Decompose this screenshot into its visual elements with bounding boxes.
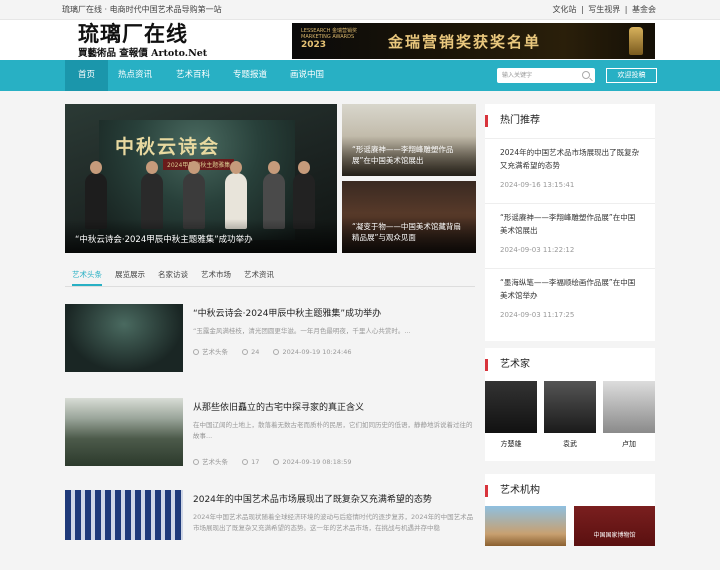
clock-icon — [273, 459, 280, 465]
hot-recommendations: 热门推荐 2024年的中国艺术品市场展现出了既复杂又充满希望的态势 2024-0… — [485, 104, 655, 341]
article-title[interactable]: “中秋云诗会·2024甲辰中秋主题雅集”成功举办 — [193, 306, 381, 319]
artists-panel: 艺术家 方楚雄 袁武 卢加 — [485, 348, 655, 461]
article-item[interactable]: 从那些依旧矗立的古宅中探寻家的真正含义 在中国辽阔的土地上，散落着无数古老而质朴… — [65, 398, 475, 478]
article-thumbnail[interactable] — [65, 490, 183, 540]
nav-art-encyclopedia[interactable]: 艺术百科 — [163, 60, 223, 91]
eye-icon — [242, 459, 249, 465]
article-title[interactable]: 2024年的中国艺术品市场展现出了既复杂又充满希望的态势 — [193, 492, 432, 505]
nav-hot-news[interactable]: 热点资讯 — [105, 60, 165, 91]
artist-name[interactable]: 方楚雄 — [485, 439, 537, 449]
category-icon — [193, 459, 199, 465]
trophy-icon — [629, 27, 643, 55]
top-link-foundation[interactable]: 基金会 — [632, 5, 656, 14]
artist-photo[interactable] — [544, 381, 596, 433]
clock-icon — [273, 349, 280, 355]
tab-art-market[interactable]: 艺术市场 — [201, 269, 231, 280]
hot-item[interactable]: 2024年的中国艺术品市场展现出了既复杂又充满希望的态势 2024-09-16 … — [485, 138, 655, 203]
banner-text: 金瑞营销奖获奖名单 — [388, 33, 542, 51]
award-banner[interactable]: LESSEARCH 金瑞营销奖 MARKETING AWARDS 2023 金瑞… — [292, 23, 655, 59]
top-links: 文化站 | 写生视界 | 基金会 — [552, 5, 656, 14]
hot-item-title[interactable]: 2024年的中国艺术品市场展现出了既复杂又充满希望的态势 — [500, 139, 640, 172]
hot-title: 热门推荐 — [485, 104, 655, 138]
hero-side-caption-2: “凝变于物——中国美术馆藏背扇精品展”与观众见面 — [342, 213, 476, 253]
article-meta: 艺术头条 17 2024-09-19 08:18:59 — [193, 456, 363, 466]
hero-stage-title: 中秋云诗会 — [115, 136, 221, 158]
hot-item-title[interactable]: “墨海纵笔——李福顺绘画作品展”在中国美术馆举办 — [500, 269, 640, 302]
institution-image[interactable] — [485, 506, 566, 546]
search-icon[interactable] — [582, 71, 590, 79]
artist-photo[interactable] — [485, 381, 537, 433]
nav-painting-china[interactable]: 画说中国 — [277, 60, 337, 91]
article-thumbnail[interactable] — [65, 398, 183, 466]
hot-item-title[interactable]: “形谣赓神——李翔峰雕塑作品展”在中国美术馆展出 — [500, 204, 640, 237]
article-meta: 艺术头条 24 2024-09-19 10:24:46 — [193, 346, 363, 356]
hero-main-caption: “中秋云诗会·2024甲辰中秋主题雅集”成功举办 — [65, 219, 337, 253]
tab-art-news[interactable]: 艺术资讯 — [244, 269, 274, 280]
top-link-sketch[interactable]: 写生视界 — [588, 5, 620, 14]
logo-subtitle: 買藝術品 查報價 Artoto.Net — [78, 48, 208, 59]
institution-image[interactable]: 中国国家博物馆 — [574, 506, 655, 546]
tab-art-headlines[interactable]: 艺术头条 — [72, 269, 102, 286]
article-item[interactable]: “中秋云诗会·2024甲辰中秋主题雅集”成功举办 “玉露金风满桂枝，清光团圆更华… — [65, 304, 475, 384]
main-nav: 首页 热点资讯 艺术百科 专题报道 画说中国 输入关键字 欢迎投稿 — [0, 60, 720, 91]
hero-side-slide-2[interactable]: “凝变于物——中国美术馆藏背扇精品展”与观众见面 — [342, 181, 476, 253]
artist-photo[interactable] — [603, 381, 655, 433]
hot-item-date: 2024-09-03 11:17:25 — [500, 311, 575, 319]
logo-title: 琉璃厂在线 — [78, 21, 188, 46]
site-logo[interactable]: 琉璃厂在线 買藝術品 查報價 Artoto.Net — [78, 21, 208, 60]
tab-interviews[interactable]: 名家访谈 — [158, 269, 188, 280]
article-item[interactable]: 2024年的中国艺术品市场展现出了既复杂又充满希望的态势 2024年中国艺术品现… — [65, 490, 475, 570]
site-tagline: 琉璃厂在线 · 电商时代中国艺术品导购第一站 — [62, 5, 222, 14]
top-bar: 琉璃厂在线 · 电商时代中国艺术品导购第一站 文化站 | 写生视界 | 基金会 — [0, 0, 720, 20]
article-excerpt: “玉露金风满桂枝，清光团圆更华滋。一年月色最明夜，千里人心共赏时。... — [193, 327, 411, 335]
banner-award-badge: LESSEARCH 金瑞营销奖 MARKETING AWARDS 2023 — [301, 28, 357, 50]
hero-main-slide[interactable]: 中秋云诗会 2024甲辰中秋主题雅集 “中秋云诗会·2024甲辰中秋主题雅集”成… — [65, 104, 337, 253]
artist-name[interactable]: 卢加 — [603, 439, 655, 449]
article-title[interactable]: 从那些依旧矗立的古宅中探寻家的真正含义 — [193, 400, 364, 413]
contribute-button[interactable]: 欢迎投稿 — [606, 68, 657, 83]
search-input[interactable]: 输入关键字 — [497, 68, 595, 83]
institutions-panel: 艺术机构 中国国家博物馆 — [485, 474, 655, 546]
hero-side-slide-1[interactable]: “形谣赓神——李翔峰雕塑作品展”在中国美术馆展出 — [342, 104, 476, 176]
article-thumbnail[interactable] — [65, 304, 183, 372]
top-link-culture[interactable]: 文化站 — [552, 5, 576, 14]
hero-side-caption-1: “形谣赓神——李翔峰雕塑作品展”在中国美术馆展出 — [342, 136, 476, 176]
eye-icon — [242, 349, 249, 355]
institutions-title: 艺术机构 — [485, 474, 655, 508]
hot-item[interactable]: “形谣赓神——李翔峰雕塑作品展”在中国美术馆展出 2024-09-03 11:2… — [485, 203, 655, 268]
artists-title: 艺术家 — [485, 348, 655, 382]
article-excerpt: 2024年中国艺术品现状随着全球经济环境的波动与后疫情时代的逐步复苏，2024年… — [193, 513, 474, 532]
tab-exhibitions[interactable]: 展览展示 — [115, 269, 145, 280]
hot-item[interactable]: “墨海纵笔——李福顺绘画作品展”在中国美术馆举办 2024-09-03 11:1… — [485, 268, 655, 333]
artist-name[interactable]: 袁武 — [544, 439, 596, 449]
header: 琉璃厂在线 買藝術品 查報價 Artoto.Net LESSEARCH 金瑞营销… — [0, 20, 720, 60]
category-tabs: 艺术头条 展览展示 名家访谈 艺术市场 艺术资讯 — [65, 265, 475, 287]
nav-special-reports[interactable]: 专题报道 — [220, 60, 280, 91]
article-excerpt: 在中国辽阔的土地上，散落着无数古老而质朴的民居，它们如同历史的低语，静静地诉说着… — [193, 421, 473, 440]
category-icon — [193, 349, 199, 355]
hot-item-date: 2024-09-16 13:15:41 — [500, 181, 575, 189]
nav-home[interactable]: 首页 — [65, 60, 109, 91]
hot-item-date: 2024-09-03 11:22:12 — [500, 246, 575, 254]
